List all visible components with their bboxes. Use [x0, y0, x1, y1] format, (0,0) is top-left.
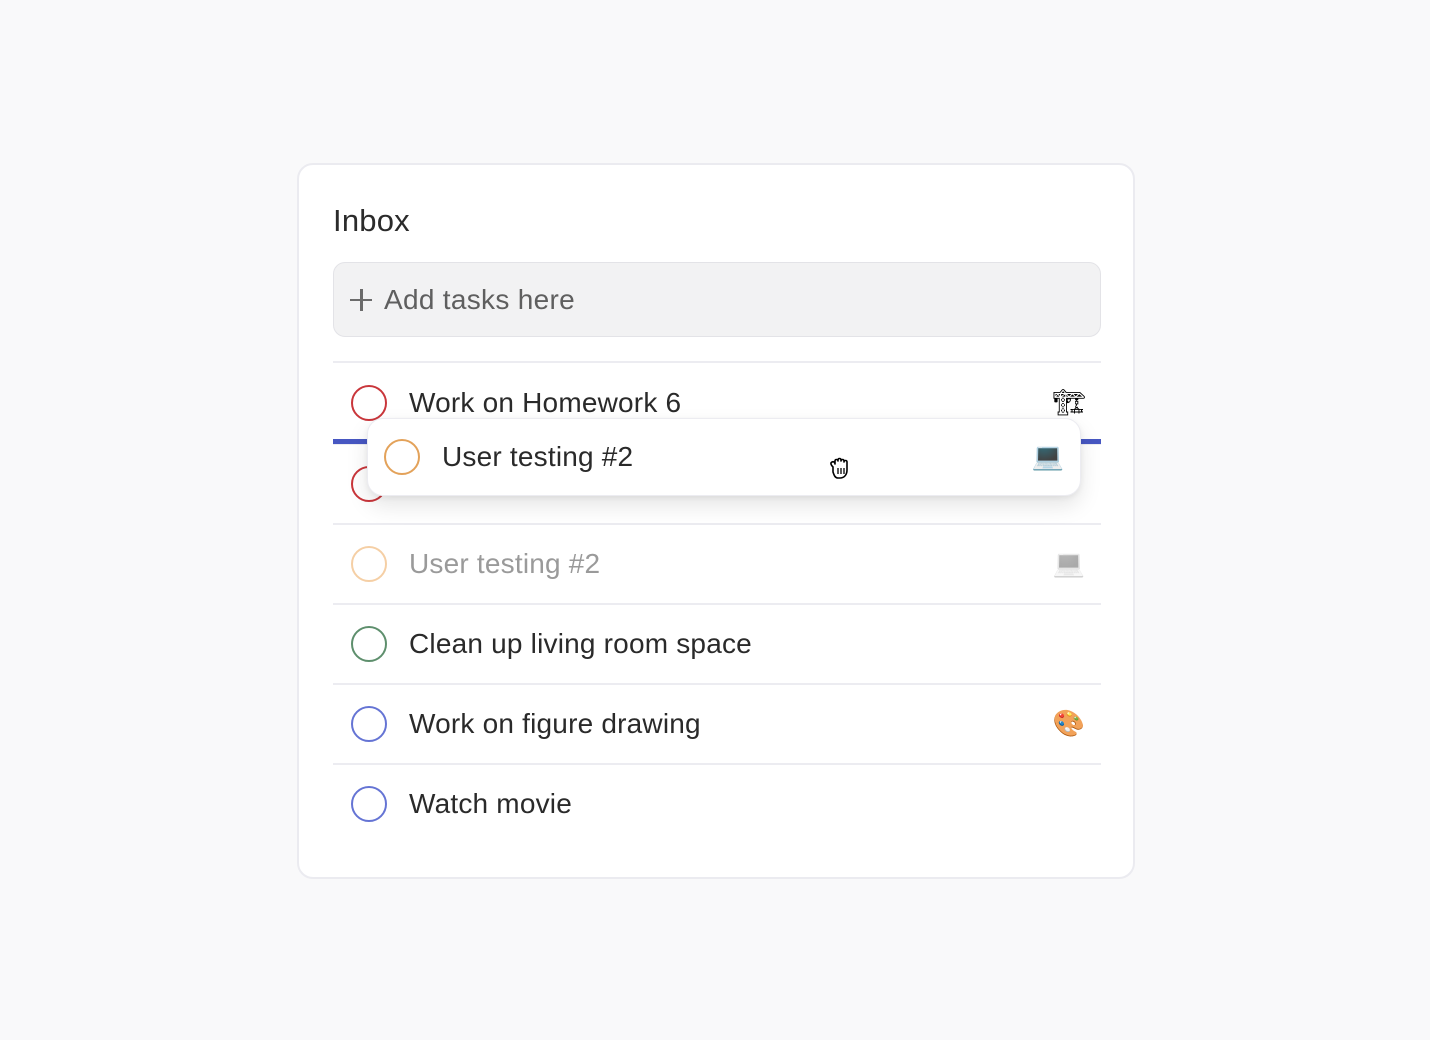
laptop-icon: 💻	[1031, 442, 1065, 472]
construction-crane-icon: 🏗	[1052, 388, 1086, 418]
palette-icon: 🎨	[1052, 709, 1086, 739]
task-row[interactable]: Work on figure drawing 🎨	[333, 683, 1101, 763]
task-row[interactable]: Watch movie	[333, 763, 1101, 843]
task-label: Watch movie	[409, 788, 572, 819]
add-task-input[interactable]: Add tasks here	[333, 262, 1101, 337]
task-label: User testing #2	[442, 441, 634, 472]
task-label: Work on Homework 6	[409, 387, 682, 418]
task-checkbox	[384, 439, 420, 475]
add-task-placeholder: Add tasks here	[384, 283, 575, 315]
task-row-drag-placeholder: User testing #2 💻	[333, 523, 1101, 603]
task-row[interactable]: Clean up living room space	[333, 603, 1101, 683]
dragged-task-card[interactable]: User testing #2 💻	[367, 418, 1081, 496]
task-label: Clean up living room space	[409, 628, 752, 659]
task-label: Work on figure drawing	[409, 708, 701, 739]
task-checkbox[interactable]	[351, 786, 387, 822]
inbox-panel: Inbox Add tasks here Work on Homework 6 …	[297, 163, 1135, 879]
plus-icon	[348, 287, 374, 313]
task-checkbox[interactable]	[351, 706, 387, 742]
task-checkbox[interactable]	[351, 385, 387, 421]
task-checkbox[interactable]	[351, 626, 387, 662]
laptop-icon: 💻	[1052, 549, 1086, 579]
task-checkbox	[351, 546, 387, 582]
page-title: Inbox	[333, 203, 410, 238]
task-label: User testing #2	[409, 548, 601, 579]
